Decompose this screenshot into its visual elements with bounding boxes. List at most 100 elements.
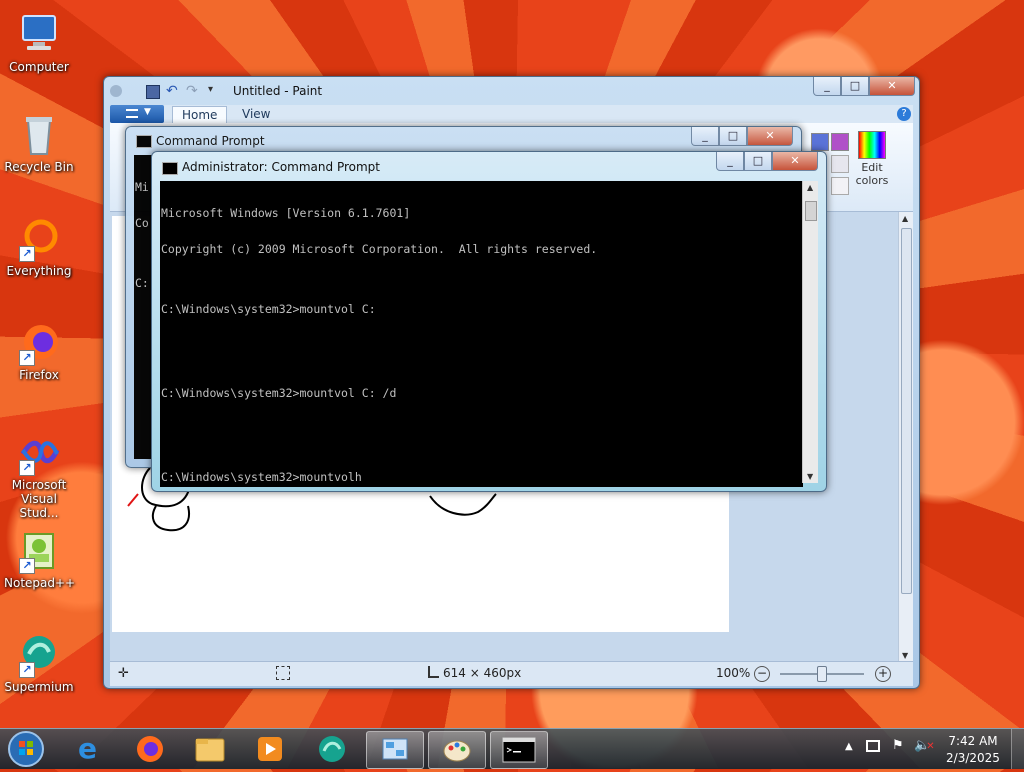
show-desktop-button[interactable] bbox=[1011, 729, 1024, 769]
start-button[interactable] bbox=[6, 729, 46, 769]
ribbon-tabs: ▼ Home View ? bbox=[110, 105, 913, 125]
customize-toolbar-icon[interactable]: ▾ bbox=[208, 84, 213, 95]
notepadpp-icon: ↗ bbox=[17, 528, 61, 574]
close-icon: ✕ bbox=[765, 129, 775, 142]
color-spectrum-icon bbox=[858, 131, 886, 159]
taskbar-supermium[interactable] bbox=[304, 731, 360, 767]
clock-time[interactable]: 7:42 AM bbox=[944, 734, 1002, 748]
paint-menu-button[interactable]: ▼ bbox=[110, 105, 164, 123]
taskbar-firefox[interactable] bbox=[122, 731, 178, 767]
show-hidden-icons-button[interactable]: ▲ bbox=[845, 741, 853, 752]
scroll-down-icon[interactable]: ▼ bbox=[807, 472, 813, 481]
scroll-down-icon[interactable]: ▼ bbox=[902, 651, 908, 660]
undo-icon[interactable]: ↶ bbox=[166, 83, 178, 99]
cmd-icon bbox=[162, 162, 178, 175]
zoom-in-button[interactable]: + bbox=[875, 666, 891, 682]
cmd-front-close-button[interactable]: ✕ bbox=[772, 152, 818, 171]
cmd-back-maximize-button[interactable]: □ bbox=[719, 127, 747, 146]
everything-icon: ↗ bbox=[17, 216, 61, 262]
internet-explorer-icon: e bbox=[78, 732, 97, 765]
desktop-icon-everything[interactable]: ↗ Everything bbox=[4, 216, 74, 278]
cmd-window-front[interactable]: Administrator: Command Prompt _ □ ✕ Micr… bbox=[151, 151, 827, 492]
scroll-thumb[interactable] bbox=[805, 201, 817, 221]
firefox-icon: ↗ bbox=[17, 320, 61, 366]
taskbar-ie[interactable]: e bbox=[64, 731, 120, 767]
desktop-icon-label: Firefox bbox=[19, 368, 59, 382]
scroll-thumb[interactable] bbox=[901, 228, 912, 594]
minimize-icon: _ bbox=[824, 79, 830, 92]
maximize-icon: □ bbox=[849, 79, 861, 92]
zoom-slider-thumb[interactable] bbox=[817, 666, 827, 682]
network-icon[interactable] bbox=[866, 740, 880, 752]
desktop-icon-supermium[interactable]: ↗ Supermium bbox=[4, 632, 74, 694]
desktop-icon-firefox[interactable]: ↗ Firefox bbox=[4, 320, 74, 382]
canvas-vertical-scrollbar[interactable]: ▲ ▼ bbox=[898, 212, 913, 662]
volume-muted-icon[interactable]: 🔈✕ bbox=[914, 738, 935, 753]
save-icon[interactable] bbox=[146, 85, 160, 99]
taskbar-media-player[interactable] bbox=[242, 731, 298, 767]
cmd-front-console[interactable]: Microsoft Windows [Version 6.1.7601] Cop… bbox=[160, 181, 803, 487]
desktop-icon-label: Everything bbox=[6, 264, 72, 278]
cmd-vertical-scrollbar[interactable]: ▲ ▼ bbox=[802, 181, 818, 483]
edit-colors-button[interactable]: Edit colors bbox=[852, 131, 892, 191]
close-icon: ✕ bbox=[790, 154, 800, 167]
maximize-icon: □ bbox=[752, 154, 764, 167]
desktop-icon-notepadpp[interactable]: ↗ Notepad++ bbox=[4, 528, 76, 590]
paint-app-icon bbox=[110, 85, 122, 97]
console-line: Copyright (c) 2009 Microsoft Corporation… bbox=[161, 242, 598, 256]
close-icon: ✕ bbox=[887, 79, 897, 92]
color-swatch-empty[interactable] bbox=[831, 177, 849, 195]
cmd-back-close-button[interactable]: ✕ bbox=[747, 127, 793, 146]
taskbar-control-panel[interactable] bbox=[366, 731, 424, 769]
color-swatch-empty[interactable] bbox=[831, 155, 849, 173]
paint-minimize-button[interactable]: _ bbox=[813, 77, 841, 96]
taskbar-explorer[interactable] bbox=[182, 731, 238, 767]
paint-icon bbox=[443, 740, 471, 762]
cmd-front-maximize-button[interactable]: □ bbox=[744, 152, 772, 171]
taskbar: e ▲ ⚑ 🔈✕ 7:42 AM 2/3/2025 bbox=[0, 728, 1024, 769]
desktop-icon-label: Notepad++ bbox=[4, 576, 76, 590]
redo-icon[interactable]: ↷ bbox=[186, 83, 198, 99]
scroll-up-icon[interactable]: ▲ bbox=[902, 214, 908, 223]
clock-date[interactable]: 2/3/2025 bbox=[944, 751, 1002, 765]
computer-icon bbox=[17, 12, 61, 56]
console-line: C:\Windows\system32>mountvolh bbox=[161, 470, 362, 484]
control-panel-icon bbox=[382, 738, 408, 760]
cmd-back-title: Command Prompt bbox=[156, 134, 265, 148]
shortcut-arrow-icon: ↗ bbox=[19, 558, 35, 574]
visual-studio-icon: ↗ bbox=[17, 430, 61, 476]
selection-size-icon bbox=[276, 666, 290, 680]
cmd-front-title: Administrator: Command Prompt bbox=[182, 160, 380, 174]
media-player-icon bbox=[258, 737, 282, 761]
cmd-back-minimize-button[interactable]: _ bbox=[691, 127, 719, 146]
cmd-front-minimize-button[interactable]: _ bbox=[716, 152, 744, 171]
canvas-size-text: 614 × 460px bbox=[443, 666, 522, 680]
desktop-icon-recycle-bin[interactable]: Recycle Bin bbox=[4, 112, 74, 174]
desktop-icon-visual-studio[interactable]: ↗ Microsoft Visual Stud... bbox=[4, 430, 74, 520]
paint-close-button[interactable]: ✕ bbox=[869, 77, 915, 96]
zoom-out-button[interactable]: − bbox=[754, 666, 770, 682]
desktop-icon-label: Recycle Bin bbox=[4, 160, 74, 174]
taskbar-command-prompt[interactable] bbox=[490, 731, 548, 769]
paint-quick-access-toolbar: ↶ ↷ ▾ bbox=[110, 83, 220, 101]
paint-maximize-button[interactable]: □ bbox=[841, 77, 869, 96]
zoom-slider[interactable] bbox=[780, 666, 864, 682]
taskbar-paint[interactable] bbox=[428, 731, 486, 769]
scroll-up-icon[interactable]: ▲ bbox=[807, 183, 813, 192]
cmd-icon bbox=[136, 135, 152, 148]
supermium-icon: ↗ bbox=[17, 632, 61, 678]
help-icon[interactable]: ? bbox=[897, 107, 911, 121]
color-swatch-purple[interactable] bbox=[831, 133, 849, 151]
desktop-icon-label: Supermium bbox=[4, 680, 74, 694]
shortcut-arrow-icon: ↗ bbox=[19, 460, 35, 476]
folder-icon bbox=[195, 738, 225, 762]
minimize-icon: _ bbox=[702, 129, 708, 142]
shortcut-arrow-icon: ↗ bbox=[19, 246, 35, 262]
color-swatch-blue[interactable] bbox=[811, 133, 829, 151]
canvas-size-icon bbox=[428, 666, 439, 678]
tab-view[interactable]: View bbox=[240, 106, 272, 124]
desktop-icon-label: Microsoft Visual Stud... bbox=[11, 478, 67, 520]
action-center-flag-icon[interactable]: ⚑ bbox=[892, 738, 904, 753]
desktop-icon-computer[interactable]: Computer bbox=[4, 12, 74, 74]
windows-logo-icon bbox=[8, 731, 44, 767]
